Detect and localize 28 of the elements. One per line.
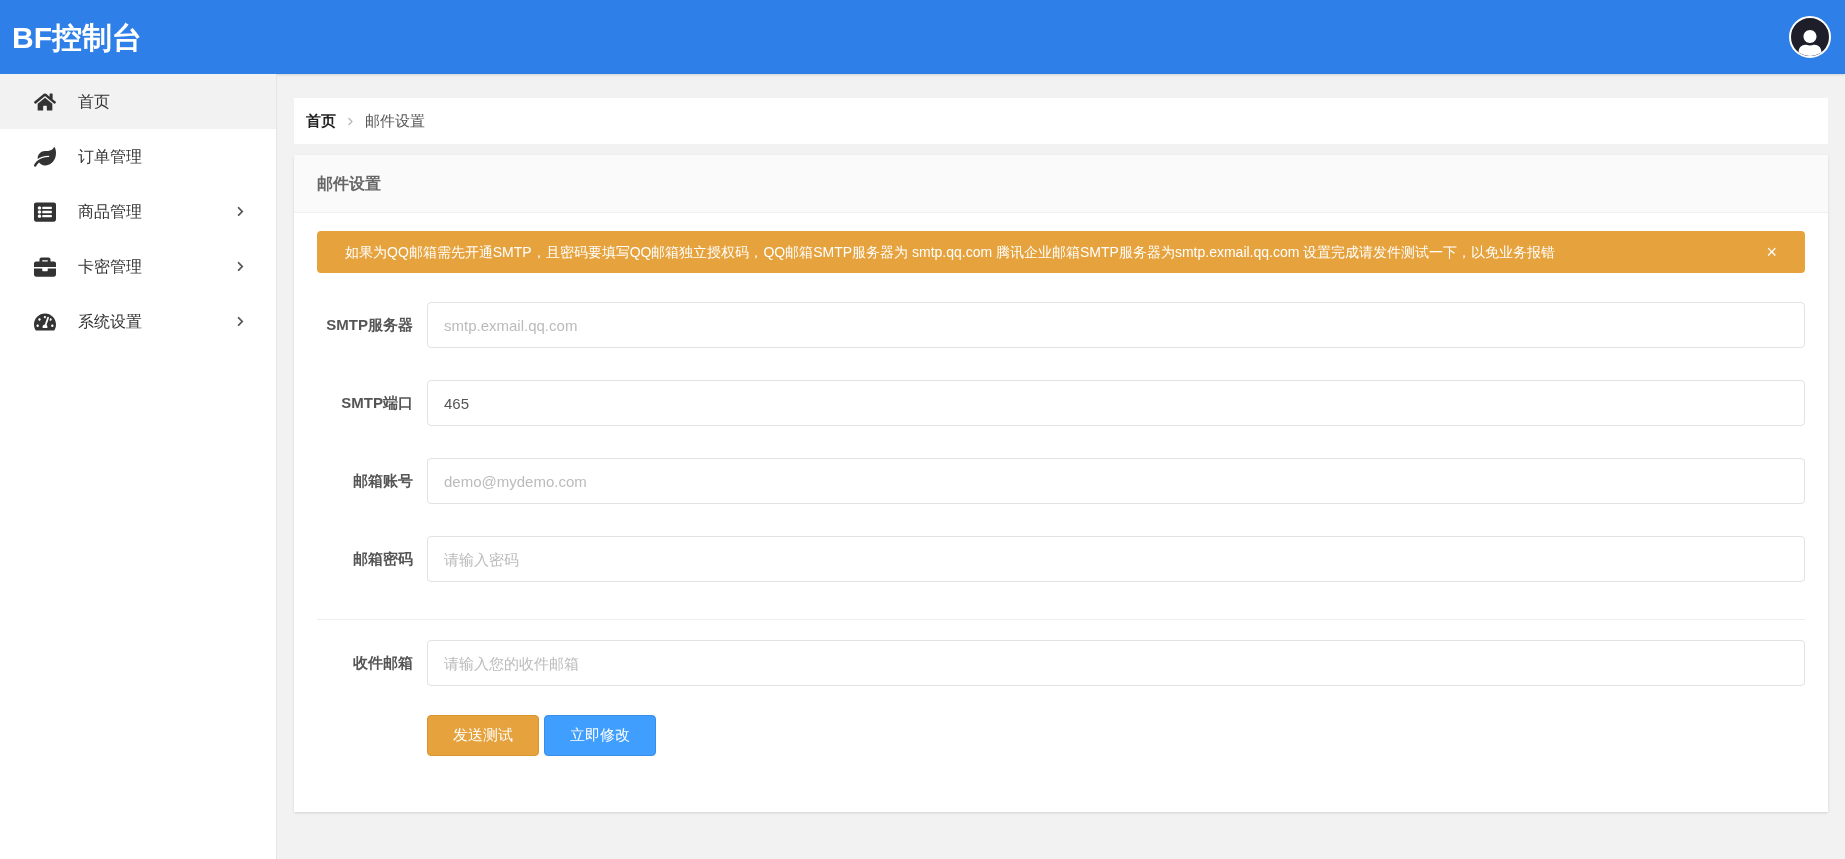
leaf-icon <box>34 145 56 168</box>
sidebar-label: 订单管理 <box>78 146 143 167</box>
sidebar-label: 系统设置 <box>78 311 143 332</box>
input-field[interactable]: smtp.exmail.qq.com <box>427 302 1805 348</box>
breadcrumb-link[interactable]: 首页 <box>306 109 336 133</box>
field-label: SMTP服务器 <box>325 314 414 335</box>
home-icon <box>34 90 56 113</box>
list-icon <box>34 200 56 223</box>
input-field[interactable]: 请输入您的收件邮箱 <box>427 640 1805 686</box>
input-field[interactable]: 465 <box>427 380 1805 426</box>
briefcase-icon <box>34 255 56 278</box>
sidebar-label: 首页 <box>78 91 111 112</box>
sidebar-label: 卡密管理 <box>78 256 143 277</box>
app-title: BF控制台 <box>12 19 142 56</box>
alert-text: 如果为QQ邮箱需先开通SMTP，且密码要填写QQ邮箱独立授权码，QQ邮箱SMTP服务器为 smtp.qq.com 腾讯企业邮箱SMTP服务器为smtp.exmail.qq.com 设置完成请发件测试一下，以免业务报错 <box>345 242 1556 262</box>
field-label: SMTP端口 <box>340 392 414 413</box>
sidebar-item[interactable]: 首页 <box>0 74 276 129</box>
user-silhouette-icon <box>1797 30 1823 56</box>
avatar-button[interactable] <box>1789 16 1831 58</box>
field-label: 邮箱账号 <box>352 470 414 491</box>
sidebar-label: 商品管理 <box>78 201 143 222</box>
input-field[interactable]: demo@mydemo.com <box>427 458 1805 504</box>
breadcrumb-link[interactable]: 邮件设置 <box>365 109 425 133</box>
card-title: 邮件设置 <box>317 173 381 194</box>
breadcrumb-separator-icon <box>346 116 355 126</box>
input-field[interactable]: 请输入密码 <box>427 536 1805 582</box>
field-label: 收件邮箱 <box>352 652 414 673</box>
field-label: 邮箱密码 <box>352 548 414 569</box>
